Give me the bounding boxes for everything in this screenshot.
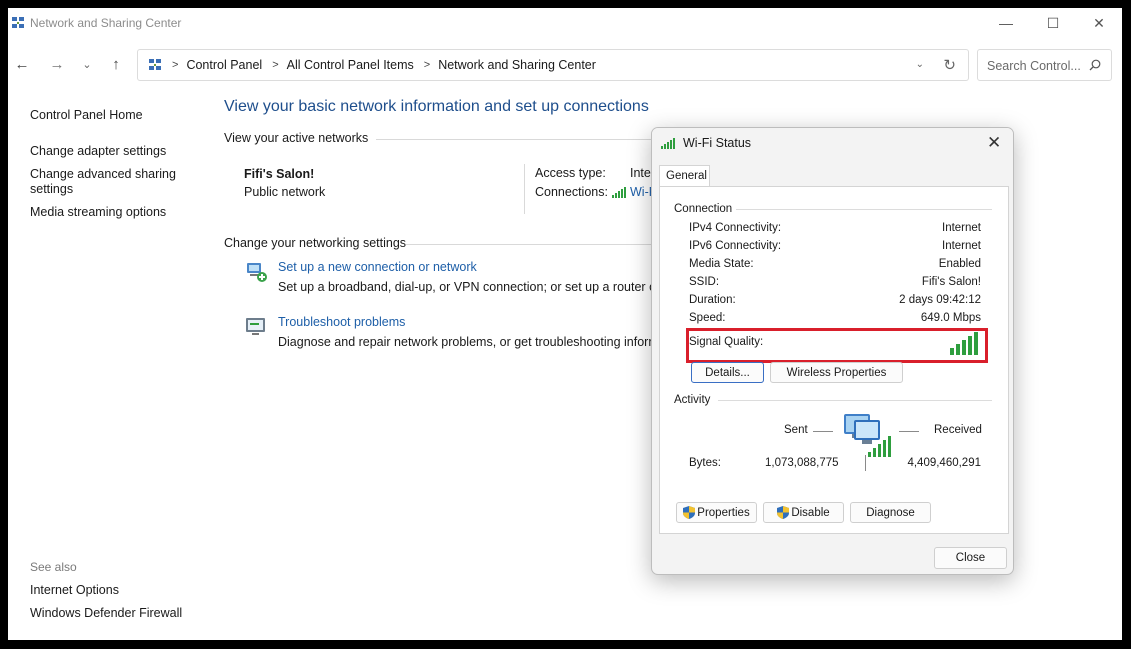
search-placeholder: Search Control...	[987, 59, 1081, 73]
signal-quality-highlight	[686, 328, 988, 363]
network-computers-icon	[844, 414, 891, 457]
disable-button-label: Disable	[791, 506, 830, 519]
page-title: View your basic network information and …	[224, 98, 649, 115]
wifi-signal-icon	[661, 138, 675, 149]
back-arrow-icon[interactable]: ←	[12, 56, 32, 74]
recent-locations-chevron-icon[interactable]: ⌄	[77, 56, 97, 74]
address-dropdown-icon[interactable]: ⌄	[916, 59, 924, 70]
tab-general[interactable]: General	[659, 165, 710, 187]
change-adapter-settings-link[interactable]: Change adapter settings	[30, 144, 166, 158]
network-center-icon	[12, 17, 24, 28]
bytes-divider	[865, 455, 866, 471]
minimize-button[interactable]: —	[983, 8, 1029, 38]
control-panel-home-link[interactable]: Control Panel Home	[30, 108, 143, 122]
section-divider	[376, 139, 656, 140]
network-name: Fifi's Salon!	[244, 167, 315, 181]
refresh-icon[interactable]: ↻	[943, 56, 956, 74]
uac-shield-icon	[683, 506, 696, 519]
general-tab-panel: Connection IPv4 Connectivity: Internet I…	[659, 186, 1009, 534]
dialog-close-icon[interactable]: ✕	[987, 133, 1001, 153]
network-divider	[524, 164, 525, 214]
active-networks-title: View your active networks	[224, 131, 369, 145]
see-also-heading: See also	[30, 560, 77, 574]
diagnose-button[interactable]: Diagnose	[850, 502, 931, 523]
breadcrumb-separator-icon: >	[172, 59, 179, 71]
troubleshoot-icon	[246, 318, 265, 335]
wireless-properties-button[interactable]: Wireless Properties	[770, 362, 903, 383]
window-title: Network and Sharing Center	[30, 16, 182, 30]
received-line	[899, 431, 919, 432]
ssid-label: SSID:	[689, 276, 720, 288]
received-label: Received	[934, 424, 982, 436]
maximize-button[interactable]: ☐	[1030, 8, 1076, 38]
group-divider	[736, 209, 992, 210]
wifi-status-dialog: Wi-Fi Status ✕ General Connection IPv4 C…	[651, 127, 1014, 575]
speed-label: Speed:	[689, 312, 726, 324]
ipv4-value: Internet	[942, 222, 981, 234]
ssid-value: Fifi's Salon!	[921, 276, 981, 288]
activity-group-label: Activity	[674, 394, 711, 406]
section-divider	[406, 244, 656, 245]
dialog-title-bar: Wi-Fi Status ✕	[652, 128, 1013, 160]
duration-value: 2 days 09:42:12	[899, 294, 981, 306]
title-bar: Network and Sharing Center — ☐ ✕	[8, 8, 1122, 38]
media-state-label: Media State:	[689, 258, 754, 270]
ipv6-value: Internet	[942, 240, 981, 252]
change-settings-title: Change your networking settings	[224, 236, 407, 250]
disable-button[interactable]: Disable	[763, 502, 844, 523]
close-window-button[interactable]: ✕	[1076, 8, 1122, 38]
dialog-title: Wi-Fi Status	[683, 136, 752, 150]
properties-button-label: Properties	[697, 506, 750, 519]
up-arrow-icon[interactable]: ↑	[106, 56, 126, 74]
search-icon[interactable]	[1089, 59, 1101, 71]
ipv4-label: IPv4 Connectivity:	[689, 222, 782, 234]
access-type-label: Access type:	[535, 166, 606, 180]
connections-label: Connections:	[535, 185, 608, 199]
internet-options-link[interactable]: Internet Options	[30, 583, 119, 597]
breadcrumb-control-panel[interactable]: Control Panel	[186, 58, 262, 72]
media-state-value: Enabled	[938, 258, 981, 270]
speed-value: 649.0 Mbps	[920, 312, 981, 324]
new-connection-icon	[247, 263, 267, 282]
sent-label: Sent	[784, 424, 808, 436]
bytes-sent-value: 1,073,088,775	[765, 457, 839, 469]
troubleshoot-problems-link[interactable]: Troubleshoot problems	[278, 315, 405, 329]
bytes-label: Bytes:	[689, 457, 721, 469]
troubleshoot-description: Diagnose and repair network problems, or…	[278, 335, 652, 349]
wifi-signal-icon	[612, 187, 626, 198]
media-streaming-options-link[interactable]: Media streaming options	[30, 205, 166, 219]
search-input[interactable]: Search Control...	[977, 49, 1112, 81]
bytes-received-value: 4,409,460,291	[907, 457, 981, 469]
details-button[interactable]: Details...	[691, 362, 764, 383]
address-bar[interactable]: > Control Panel > All Control Panel Item…	[137, 49, 969, 81]
sent-line	[813, 431, 833, 432]
breadcrumb-separator-icon[interactable]: >	[424, 59, 430, 71]
group-divider	[718, 400, 992, 401]
forward-arrow-icon[interactable]: →	[47, 56, 67, 74]
properties-button[interactable]: Properties	[676, 502, 757, 523]
windows-defender-firewall-link[interactable]: Windows Defender Firewall	[30, 606, 182, 620]
navigation-bar: ← → ⌄ ↑ > Control Panel > All Control Pa…	[8, 44, 1122, 84]
set-up-connection-link[interactable]: Set up a new connection or network	[278, 260, 477, 274]
close-button[interactable]: Close	[934, 547, 1007, 569]
uac-shield-icon	[777, 506, 790, 519]
set-up-connection-description: Set up a broadband, dial-up, or VPN conn…	[278, 280, 652, 294]
control-panel-icon	[149, 59, 161, 70]
breadcrumb-network-center[interactable]: Network and Sharing Center	[438, 58, 596, 72]
network-type: Public network	[244, 185, 326, 199]
breadcrumb-separator-icon[interactable]: >	[272, 59, 278, 71]
connection-group-label: Connection	[674, 203, 733, 215]
ipv6-label: IPv6 Connectivity:	[689, 240, 782, 252]
breadcrumb-all-items[interactable]: All Control Panel Items	[287, 58, 414, 72]
duration-label: Duration:	[689, 294, 736, 306]
change-advanced-sharing-link[interactable]: Change advanced sharing settings	[30, 167, 190, 197]
